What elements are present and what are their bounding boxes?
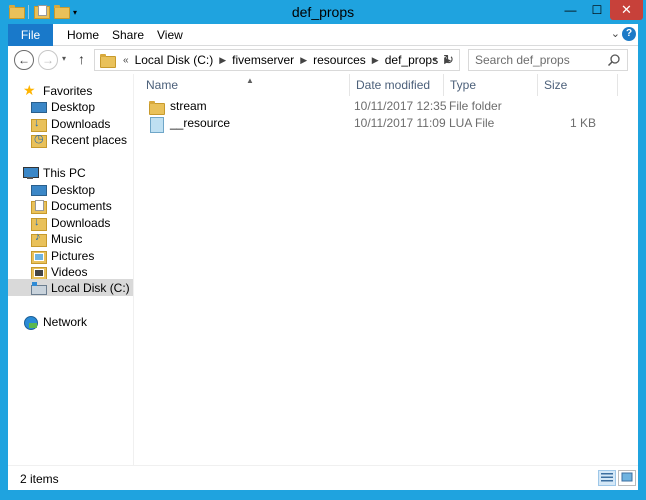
sidebar-item-recent-places[interactable]: Recent places	[30, 131, 127, 148]
column-header-date[interactable]: Date modified	[350, 74, 444, 96]
sidebar-item-favorites-downloads[interactable]: Downloads	[30, 115, 110, 132]
file-size	[558, 98, 596, 115]
address-bar[interactable]: « Local Disk (C:) ▶ fivemserver ▶ resour…	[94, 49, 460, 71]
large-icons-view-button[interactable]	[618, 470, 636, 486]
sidebar-item-label: Documents	[51, 198, 112, 213]
recent-places-icon	[30, 132, 47, 148]
title-bar[interactable]: ▾ def_props — ☐ ✕	[0, 0, 646, 24]
column-header-label: Name	[146, 78, 179, 92]
breadcrumb-overflow[interactable]: «	[123, 55, 129, 66]
search-placeholder: Search def_props	[475, 53, 570, 67]
sidebar-item-label: Recent places	[51, 132, 128, 147]
file-size: 1 KB	[569, 116, 596, 130]
item-count: 2 items	[20, 472, 59, 486]
ribbon-tabs: File Home Share View ⌄ ?	[8, 24, 638, 46]
favorites-group[interactable]: Favorites	[22, 82, 92, 99]
minimize-button[interactable]: —	[557, 0, 584, 20]
back-button[interactable]: ←	[14, 50, 34, 70]
breadcrumb: « Local Disk (C:) ▶ fivemserver ▶ resour…	[123, 53, 457, 67]
maximize-button[interactable]: ☐	[584, 0, 610, 20]
local-disk-icon	[30, 281, 47, 295]
file-name: __resource	[170, 116, 231, 130]
explorer-window: ▾ def_props — ☐ ✕ File Home Share View ⌄…	[0, 0, 646, 500]
desktop-icon	[30, 183, 47, 197]
column-header-size[interactable]: Size	[538, 74, 618, 96]
search-icon[interactable]	[607, 53, 621, 67]
file-name-cell: __resource	[148, 115, 231, 133]
chevron-right-icon[interactable]: ▶	[300, 55, 307, 66]
sidebar-item-favorites-desktop[interactable]: Desktop	[30, 98, 95, 115]
music-icon	[30, 231, 47, 247]
breadcrumb-local-disk[interactable]: Local Disk (C:)	[135, 53, 214, 67]
videos-icon	[30, 265, 47, 280]
file-date: 10/11/2017 12:35	[354, 99, 447, 113]
tab-file[interactable]: File	[8, 24, 53, 46]
favorites-star-icon	[22, 82, 38, 99]
sidebar-item-label: Local Disk (C:)	[51, 280, 130, 295]
chevron-right-icon[interactable]: ▶	[372, 55, 379, 66]
file-name: stream	[170, 99, 207, 113]
large-icons-view-icon	[621, 472, 633, 482]
file-row-resource[interactable]: __resource 10/11/2017 11:09 LUA File 1 K…	[140, 115, 620, 133]
sidebar-item-desktop[interactable]: Desktop	[30, 181, 95, 198]
sidebar-item-music[interactable]: Music	[30, 230, 82, 247]
sidebar-item-label: Downloads	[51, 116, 111, 131]
sidebar-item-label: Videos	[51, 264, 88, 279]
status-bar: 2 items	[8, 465, 638, 490]
downloads-icon	[30, 216, 47, 231]
sidebar-item-label: Downloads	[51, 215, 111, 230]
sidebar-item-label: Pictures	[51, 248, 95, 263]
file-type: LUA File	[449, 116, 495, 130]
help-icon[interactable]: ?	[622, 27, 636, 41]
this-pc-icon	[22, 166, 39, 180]
sort-ascending-icon: ▲	[246, 76, 254, 85]
file-list: ▲ Name Date modified Type Size stream 10…	[134, 74, 638, 465]
sidebar-item-pictures[interactable]: Pictures	[30, 247, 94, 264]
downloads-icon	[30, 117, 47, 132]
breadcrumb-resources[interactable]: resources	[313, 53, 366, 67]
search-input[interactable]: Search def_props	[468, 49, 628, 71]
details-view-icon	[601, 473, 613, 482]
folder-icon	[148, 100, 165, 115]
column-header-name[interactable]: ▲ Name	[140, 74, 350, 96]
breadcrumb-fivemserver[interactable]: fivemserver	[232, 53, 294, 67]
this-pc-group[interactable]: This PC	[22, 164, 86, 181]
sidebar-item-label: Music	[51, 231, 83, 246]
up-button[interactable]: ↑	[78, 51, 85, 67]
this-pc-label: This PC	[43, 165, 86, 180]
navigation-bar: ← → ▾ ↑ « Local Disk (C:) ▶ fivemserver …	[8, 46, 638, 74]
sidebar-item-downloads[interactable]: Downloads	[30, 214, 110, 231]
expand-ribbon-icon[interactable]: ⌄	[611, 27, 620, 40]
network-icon	[22, 315, 38, 330]
close-button[interactable]: ✕	[610, 0, 643, 20]
documents-icon	[30, 199, 47, 214]
file-date: 10/11/2017 11:09	[354, 116, 446, 130]
address-dropdown-icon[interactable]: ▾	[433, 55, 437, 64]
pictures-icon	[30, 249, 47, 264]
network-label: Network	[43, 314, 88, 329]
refresh-icon[interactable]: ↻	[443, 52, 454, 68]
forward-button[interactable]: →	[38, 50, 58, 70]
file-row-stream[interactable]: stream 10/11/2017 12:35 File folder	[140, 98, 620, 115]
folder-icon	[99, 53, 116, 68]
breadcrumb-def-props[interactable]: def_props	[385, 53, 438, 67]
desktop-icon	[30, 100, 47, 114]
sidebar-item-videos[interactable]: Videos	[30, 263, 87, 280]
window-title: def_props	[291, 4, 355, 20]
sidebar-item-documents[interactable]: Documents	[30, 197, 112, 214]
tab-view[interactable]: View	[145, 24, 195, 46]
file-name-cell: stream	[148, 98, 207, 115]
sidebar-item-label: Desktop	[51, 99, 96, 114]
navigation-pane: Favorites Desktop Downloads Recent place…	[8, 74, 134, 465]
recent-locations-dropdown-icon[interactable]: ▾	[62, 54, 66, 63]
file-type: File folder	[449, 99, 502, 113]
column-header-type[interactable]: Type	[444, 74, 538, 96]
favorites-label: Favorites	[43, 83, 93, 98]
sidebar-item-local-disk[interactable]: Local Disk (C:)	[8, 279, 133, 296]
network-group[interactable]: Network	[22, 313, 87, 330]
lua-file-icon	[148, 116, 164, 133]
sidebar-item-label: Desktop	[51, 182, 96, 197]
chevron-right-icon[interactable]: ▶	[219, 55, 226, 66]
details-view-button[interactable]	[598, 470, 616, 486]
